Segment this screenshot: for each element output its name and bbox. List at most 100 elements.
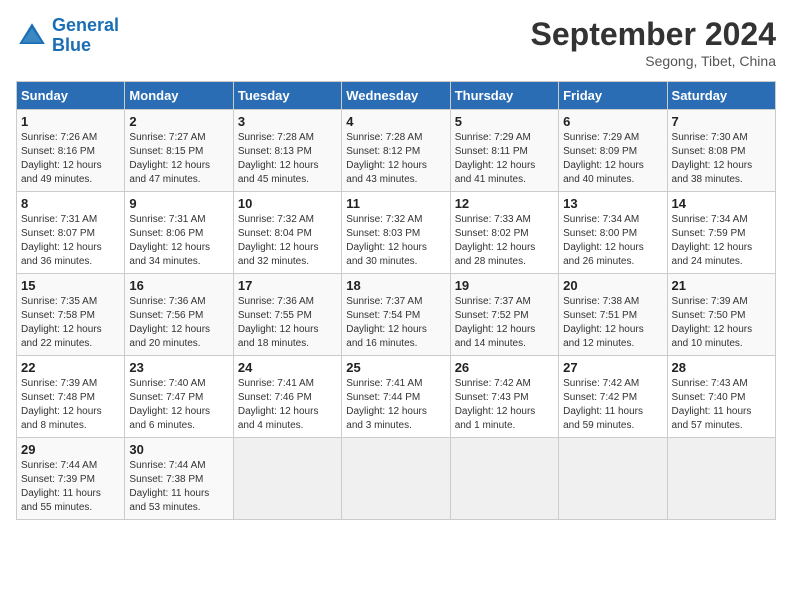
week-row-5: 29 Sunrise: 7:44 AM Sunset: 7:39 PM Dayli… — [17, 438, 776, 520]
logo: General Blue — [16, 16, 119, 56]
calendar-cell: 1 Sunrise: 7:26 AM Sunset: 8:16 PM Daylig… — [17, 110, 125, 192]
day-number: 5 — [455, 114, 554, 129]
weekday-header-thursday: Thursday — [450, 82, 558, 110]
day-number: 18 — [346, 278, 445, 293]
day-info: Sunrise: 7:44 AM Sunset: 7:39 PM Dayligh… — [21, 459, 120, 515]
calendar-cell: 15Sunrise: 7:35 AM Sunset: 7:58 PM Dayli… — [17, 274, 125, 356]
calendar-cell: 14Sunrise: 7:34 AM Sunset: 7:59 PM Dayli… — [667, 192, 775, 274]
calendar-cell: 17 Sunrise: 7:36 AM Sunset: 7:55 PM Dayli… — [233, 274, 341, 356]
calendar-cell — [450, 438, 558, 520]
calendar-cell: 18 Sunrise: 7:37 AM Sunset: 7:54 PM Dayli… — [342, 274, 450, 356]
day-number: 29 — [21, 442, 120, 457]
week-row-1: 1 Sunrise: 7:26 AM Sunset: 8:16 PM Daylig… — [17, 110, 776, 192]
day-info: Sunrise: 7:36 AM Sunset: 7:56 PM Dayligh… — [129, 295, 228, 351]
day-number: 11 — [346, 196, 445, 211]
day-info: Sunrise: 7:43 AM Sunset: 7:40 PM Dayligh… — [672, 377, 771, 433]
day-number: 13 — [563, 196, 662, 211]
calendar-cell — [667, 438, 775, 520]
calendar-cell: 16 Sunrise: 7:36 AM Sunset: 7:56 PM Dayli… — [125, 274, 233, 356]
day-number: 6 — [563, 114, 662, 129]
weekday-header-friday: Friday — [559, 82, 667, 110]
calendar-cell: 22Sunrise: 7:39 AM Sunset: 7:48 PM Dayli… — [17, 356, 125, 438]
day-info: Sunrise: 7:39 AM Sunset: 7:48 PM Dayligh… — [21, 377, 120, 433]
day-number: 26 — [455, 360, 554, 375]
calendar-cell: 23Sunrise: 7:40 AM Sunset: 7:47 PM Dayli… — [125, 356, 233, 438]
weekday-header-sunday: Sunday — [17, 82, 125, 110]
calendar-cell: 8Sunrise: 7:31 AM Sunset: 8:07 PM Daylig… — [17, 192, 125, 274]
day-info: Sunrise: 7:37 AM Sunset: 7:54 PM Dayligh… — [346, 295, 445, 351]
calendar-cell: 26 Sunrise: 7:42 AM Sunset: 7:43 PM Dayli… — [450, 356, 558, 438]
calendar-cell: 29 Sunrise: 7:44 AM Sunset: 7:39 PM Dayli… — [17, 438, 125, 520]
weekday-header-saturday: Saturday — [667, 82, 775, 110]
title-block: September 2024 Segong, Tibet, China — [531, 16, 776, 69]
week-row-4: 22Sunrise: 7:39 AM Sunset: 7:48 PM Dayli… — [17, 356, 776, 438]
day-number: 27 — [563, 360, 662, 375]
day-number: 12 — [455, 196, 554, 211]
day-info: Sunrise: 7:41 AM Sunset: 7:46 PM Dayligh… — [238, 377, 337, 433]
page-header: General Blue September 2024 Segong, Tibe… — [16, 16, 776, 69]
day-number: 2 — [129, 114, 228, 129]
month-title: September 2024 — [531, 16, 776, 53]
day-number: 21 — [672, 278, 771, 293]
day-info: Sunrise: 7:34 AM Sunset: 8:00 PM Dayligh… — [563, 213, 662, 269]
logo-text: General Blue — [52, 16, 119, 56]
calendar-cell: 10 Sunrise: 7:32 AM Sunset: 8:04 PM Dayli… — [233, 192, 341, 274]
day-info: Sunrise: 7:29 AM Sunset: 8:09 PM Dayligh… — [563, 131, 662, 187]
day-number: 19 — [455, 278, 554, 293]
day-info: Sunrise: 7:31 AM Sunset: 8:06 PM Dayligh… — [129, 213, 228, 269]
weekday-header-row: SundayMondayTuesdayWednesdayThursdayFrid… — [17, 82, 776, 110]
day-number: 4 — [346, 114, 445, 129]
day-info: Sunrise: 7:28 AM Sunset: 8:12 PM Dayligh… — [346, 131, 445, 187]
day-number: 7 — [672, 114, 771, 129]
day-info: Sunrise: 7:44 AM Sunset: 7:38 PM Dayligh… — [129, 459, 228, 515]
calendar-cell: 21 Sunrise: 7:39 AM Sunset: 7:50 PM Dayli… — [667, 274, 775, 356]
day-number: 20 — [563, 278, 662, 293]
day-number: 8 — [21, 196, 120, 211]
day-info: Sunrise: 7:29 AM Sunset: 8:11 PM Dayligh… — [455, 131, 554, 187]
calendar-cell: 20 Sunrise: 7:38 AM Sunset: 7:51 PM Dayli… — [559, 274, 667, 356]
day-info: Sunrise: 7:40 AM Sunset: 7:47 PM Dayligh… — [129, 377, 228, 433]
day-number: 25 — [346, 360, 445, 375]
day-number: 1 — [21, 114, 120, 129]
day-info: Sunrise: 7:42 AM Sunset: 7:42 PM Dayligh… — [563, 377, 662, 433]
day-info: Sunrise: 7:26 AM Sunset: 8:16 PM Dayligh… — [21, 131, 120, 187]
calendar-cell: 11 Sunrise: 7:32 AM Sunset: 8:03 PM Dayli… — [342, 192, 450, 274]
calendar-cell — [342, 438, 450, 520]
calendar-cell: 5 Sunrise: 7:29 AM Sunset: 8:11 PM Daylig… — [450, 110, 558, 192]
logo-line1: General — [52, 15, 119, 35]
day-info: Sunrise: 7:28 AM Sunset: 8:13 PM Dayligh… — [238, 131, 337, 187]
calendar-cell: 3Sunrise: 7:28 AM Sunset: 8:13 PM Daylig… — [233, 110, 341, 192]
day-info: Sunrise: 7:32 AM Sunset: 8:04 PM Dayligh… — [238, 213, 337, 269]
day-info: Sunrise: 7:37 AM Sunset: 7:52 PM Dayligh… — [455, 295, 554, 351]
calendar-cell: 9 Sunrise: 7:31 AM Sunset: 8:06 PM Daylig… — [125, 192, 233, 274]
weekday-header-monday: Monday — [125, 82, 233, 110]
day-info: Sunrise: 7:32 AM Sunset: 8:03 PM Dayligh… — [346, 213, 445, 269]
day-number: 24 — [238, 360, 337, 375]
day-number: 9 — [129, 196, 228, 211]
logo-icon — [16, 20, 48, 52]
day-info: Sunrise: 7:41 AM Sunset: 7:44 PM Dayligh… — [346, 377, 445, 433]
week-row-3: 15Sunrise: 7:35 AM Sunset: 7:58 PM Dayli… — [17, 274, 776, 356]
calendar-cell — [233, 438, 341, 520]
day-info: Sunrise: 7:38 AM Sunset: 7:51 PM Dayligh… — [563, 295, 662, 351]
day-number: 30 — [129, 442, 228, 457]
calendar-cell: 27 Sunrise: 7:42 AM Sunset: 7:42 PM Dayli… — [559, 356, 667, 438]
day-number: 16 — [129, 278, 228, 293]
day-info: Sunrise: 7:36 AM Sunset: 7:55 PM Dayligh… — [238, 295, 337, 351]
day-number: 28 — [672, 360, 771, 375]
location-subtitle: Segong, Tibet, China — [531, 53, 776, 69]
day-info: Sunrise: 7:30 AM Sunset: 8:08 PM Dayligh… — [672, 131, 771, 187]
day-info: Sunrise: 7:42 AM Sunset: 7:43 PM Dayligh… — [455, 377, 554, 433]
calendar-cell: 13 Sunrise: 7:34 AM Sunset: 8:00 PM Dayli… — [559, 192, 667, 274]
day-number: 17 — [238, 278, 337, 293]
calendar-cell — [559, 438, 667, 520]
calendar-cell: 25 Sunrise: 7:41 AM Sunset: 7:44 PM Dayli… — [342, 356, 450, 438]
calendar-cell: 7 Sunrise: 7:30 AM Sunset: 8:08 PM Daylig… — [667, 110, 775, 192]
day-info: Sunrise: 7:33 AM Sunset: 8:02 PM Dayligh… — [455, 213, 554, 269]
weekday-header-tuesday: Tuesday — [233, 82, 341, 110]
calendar-cell: 28 Sunrise: 7:43 AM Sunset: 7:40 PM Dayli… — [667, 356, 775, 438]
week-row-2: 8Sunrise: 7:31 AM Sunset: 8:07 PM Daylig… — [17, 192, 776, 274]
day-number: 10 — [238, 196, 337, 211]
day-info: Sunrise: 7:39 AM Sunset: 7:50 PM Dayligh… — [672, 295, 771, 351]
calendar-cell: 24 Sunrise: 7:41 AM Sunset: 7:46 PM Dayli… — [233, 356, 341, 438]
